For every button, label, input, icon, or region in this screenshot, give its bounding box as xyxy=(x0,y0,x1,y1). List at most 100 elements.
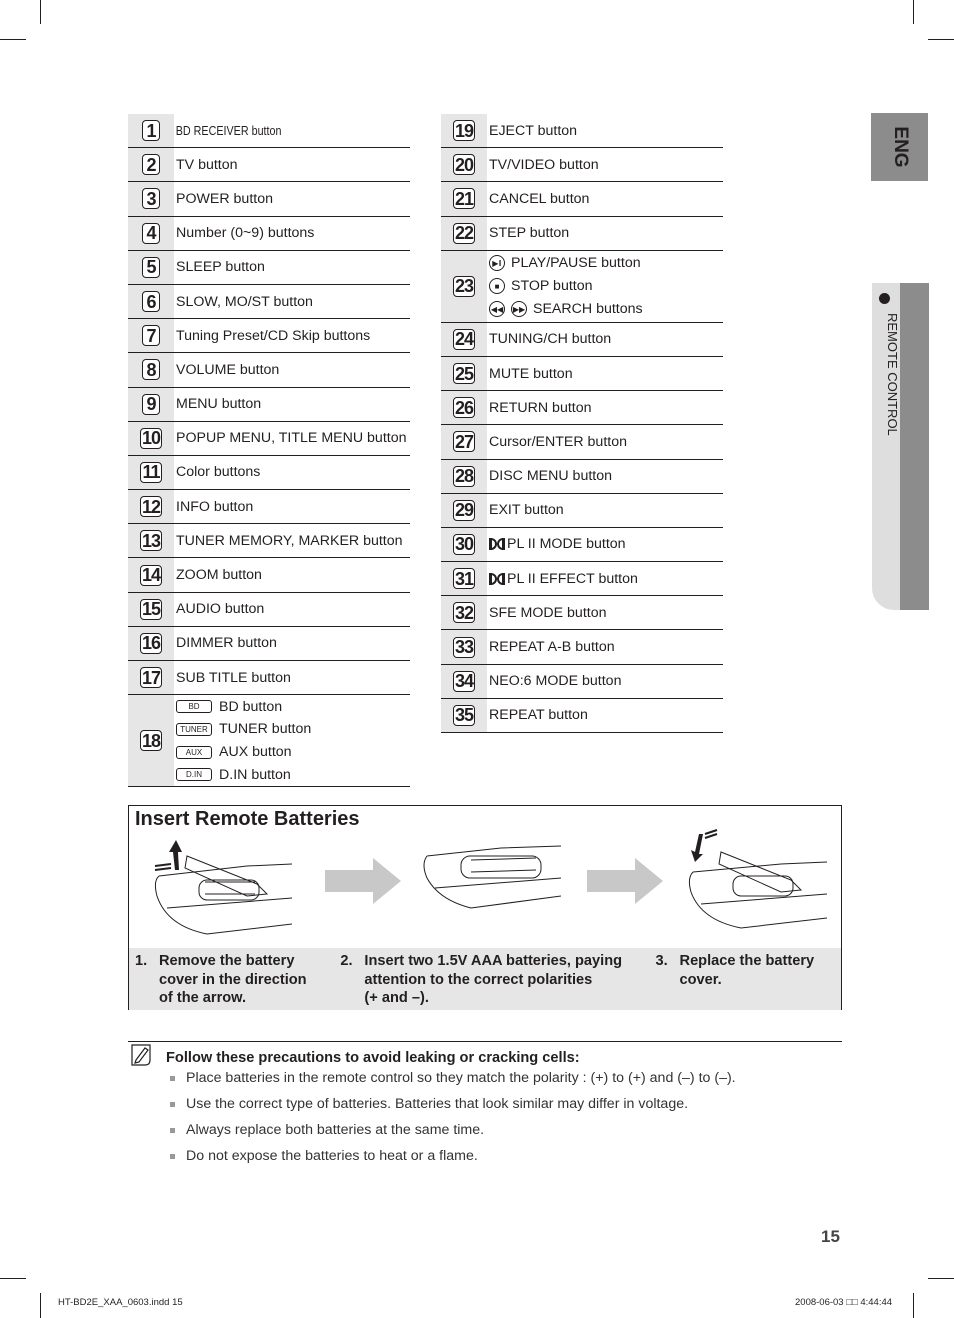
bullet-icon xyxy=(879,293,890,304)
row-number-badge: 31 xyxy=(452,568,476,590)
note-pencil-icon xyxy=(131,1044,151,1066)
row-label-cell: ZOOM button xyxy=(174,558,410,591)
step-number: 3. xyxy=(655,953,668,969)
row-label-cell: MENU button xyxy=(174,388,410,421)
row-number-cell: 11 xyxy=(128,455,174,490)
row-label-cell: EJECT button xyxy=(487,114,723,147)
step-text-line: Insert two 1.5V AAA batteries, paying xyxy=(364,953,623,969)
row-number-cell: 2 xyxy=(128,148,174,182)
table-row: 17 SUB TITLE button xyxy=(128,661,410,696)
row-number-cell: 31 xyxy=(441,562,487,596)
bullet-square-icon xyxy=(170,1076,175,1081)
row-label-line: CANCEL button xyxy=(489,191,723,207)
table-row: 7 Tuning Preset/CD Skip buttons xyxy=(128,319,410,354)
crop-mark xyxy=(928,1278,954,1279)
crop-mark xyxy=(913,0,914,24)
row-label: INFO button xyxy=(176,498,254,515)
row-number-cell: 24 xyxy=(441,322,487,356)
page-number: 15 xyxy=(821,1227,840,1246)
row-number-cell: 33 xyxy=(441,630,487,664)
precaution-item: Place batteries in the remote control so… xyxy=(168,1070,736,1096)
play-pause-icon: ▶‖ xyxy=(489,255,505,272)
row-label: POWER button xyxy=(176,190,273,207)
precaution-item: Use the correct type of batteries. Batte… xyxy=(168,1096,736,1122)
row-number-badge: 15 xyxy=(139,598,163,620)
row-label-cell: TV button xyxy=(174,148,410,181)
fast-forward-icon: ▶▶ xyxy=(511,301,527,318)
row-label-cell: AUDIO button xyxy=(174,593,410,626)
table-row: 30 PL II MODE button xyxy=(441,527,723,563)
table-row: 29 EXIT button xyxy=(441,493,723,528)
step-text-line: cover. xyxy=(679,971,722,988)
row-number-badge: 12 xyxy=(139,496,163,518)
row-label-line: Number (0~9) buttons xyxy=(176,225,410,241)
table-row: 20 TV/VIDEO button xyxy=(441,148,723,183)
row-label: RETURN button xyxy=(489,399,592,416)
row-label: AUDIO button xyxy=(176,601,265,618)
row-number-cell: 27 xyxy=(441,425,487,459)
row-number-badge: 33 xyxy=(452,636,476,658)
row-number-cell: 29 xyxy=(441,493,487,527)
row-number-badge: 29 xyxy=(452,499,476,521)
row-label: Color buttons xyxy=(176,464,261,481)
row-label: Number (0~9) buttons xyxy=(176,225,315,242)
row-number-badge: 7 xyxy=(142,325,160,347)
table-row: 24 TUNING/CH button xyxy=(441,322,723,357)
row-number-badge: 30 xyxy=(452,533,476,555)
sub-item-label: SEARCH buttons xyxy=(533,301,643,318)
row-label-line: REPEAT A-B button xyxy=(489,639,723,655)
table-row: 31 PL II EFFECT button xyxy=(441,562,723,597)
table-row: 11 Color buttons xyxy=(128,455,410,491)
arrow-right-icon xyxy=(325,858,401,904)
row-label: REPEAT A-B button xyxy=(489,639,615,656)
row-number-badge: 24 xyxy=(452,328,476,350)
step-number: 2. xyxy=(340,953,353,969)
table-row: 14 ZOOM button xyxy=(128,558,410,593)
table-row: 2 TV button xyxy=(128,148,410,183)
row-label-line: Cursor/ENTER button xyxy=(489,434,723,450)
row-label-cell: STEP button xyxy=(487,217,723,250)
sub-item-label: BD button xyxy=(219,698,283,715)
row-number-cell: 28 xyxy=(441,459,487,493)
table-row: 23 ▶‖ PLAY/PAUSE button ■ STOP button ◀◀ ▶▶ SEA… xyxy=(441,250,723,323)
row-label-line: STEP button xyxy=(489,225,723,241)
crop-mark xyxy=(0,39,26,40)
row-label-cell: TV/VIDEO button xyxy=(487,148,723,181)
row-number-cell: 26 xyxy=(441,391,487,425)
row-number-badge: 27 xyxy=(452,431,476,453)
step-text-line: Remove the battery xyxy=(159,953,295,969)
row-label-line: POWER button xyxy=(176,191,410,207)
bullet-square-icon xyxy=(170,1154,175,1159)
sub-item: D.IN D.IN button xyxy=(176,763,410,786)
row-label-line: RETURN button xyxy=(489,400,723,416)
table-row: 25 MUTE button xyxy=(441,356,723,392)
row-number-badge: 6 xyxy=(142,291,160,313)
row-number-badge: 10 xyxy=(139,427,163,449)
sub-item: AUX AUX button xyxy=(176,741,410,764)
table-row: 21 CANCEL button xyxy=(441,182,723,217)
precautions-list: Place batteries in the remote control so… xyxy=(168,1070,736,1174)
sub-item-label: PLAY/PAUSE button xyxy=(511,255,641,272)
precautions-title: Follow these precautions to avoid leakin… xyxy=(166,1050,580,1066)
row-label: SLOW, MO/ST button xyxy=(176,293,313,310)
row-number-badge: 20 xyxy=(452,154,476,176)
row-number-badge: 16 xyxy=(139,632,163,654)
remote-key-icon: TUNER xyxy=(176,722,212,736)
row-label: TUNER MEMORY, MARKER button xyxy=(176,532,403,549)
row-number-cell: 12 xyxy=(128,490,174,524)
row-label: SFE MODE button xyxy=(489,604,607,621)
step-text-line: cover in the direction xyxy=(159,971,307,988)
step-text: Remove the battery cover in the direction… xyxy=(159,952,307,1010)
language-tab-label: ENG xyxy=(889,126,911,168)
row-number-cell: 4 xyxy=(128,216,174,250)
remote-open-cover-illustration xyxy=(154,840,292,935)
step-text-line: Replace the battery xyxy=(679,953,815,969)
row-label-cell: TUNER MEMORY, MARKER button xyxy=(174,524,410,557)
footer-timestamp: 2008-06-03 □□ 4:44:44 xyxy=(795,1297,893,1308)
row-label: SLEEP button xyxy=(176,259,265,276)
row-label: MENU button xyxy=(176,396,262,413)
row-label: VOLUME button xyxy=(176,361,280,378)
row-number-cell: 20 xyxy=(441,148,487,182)
arrow-right-icon xyxy=(587,858,663,904)
row-label-cell: POPUP MENU, TITLE MENU button xyxy=(174,422,410,455)
